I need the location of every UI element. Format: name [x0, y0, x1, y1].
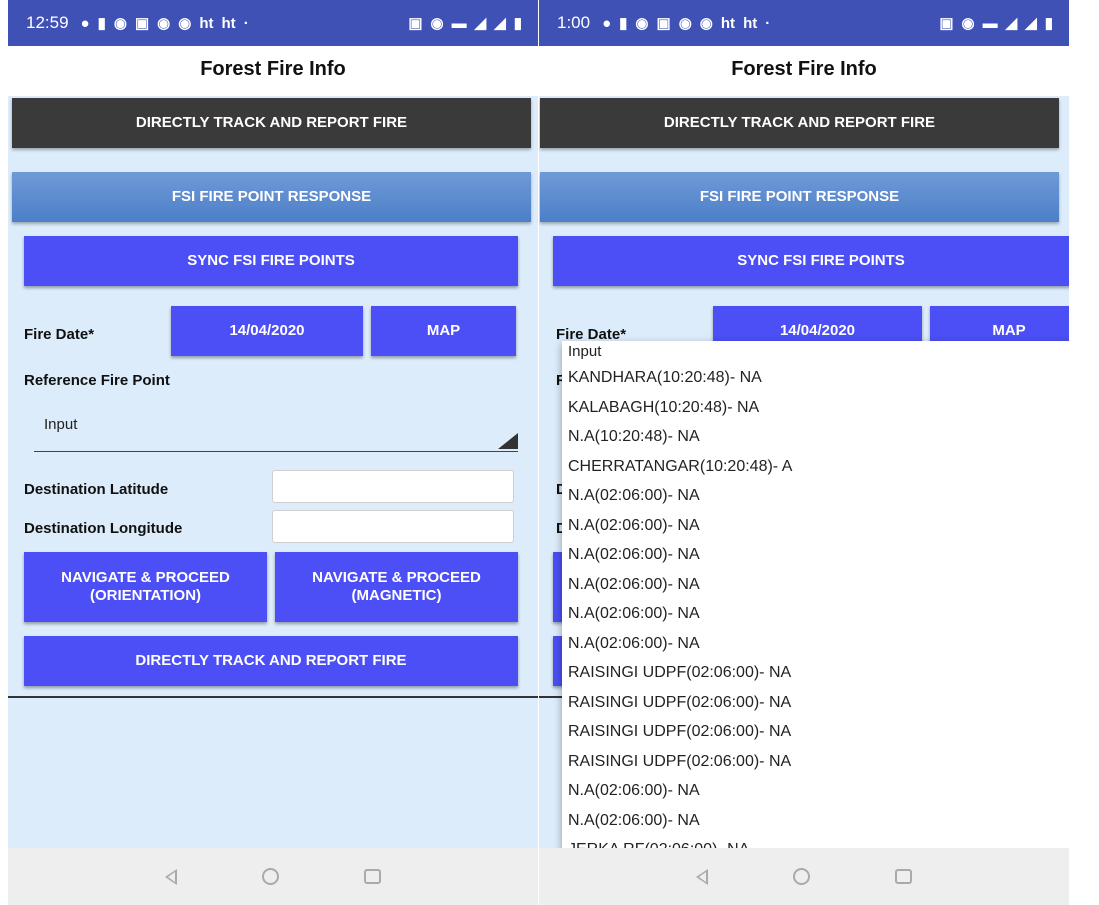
- reference-fire-point-label: Reference Fire Point: [24, 372, 170, 389]
- recents-icon[interactable]: [895, 869, 912, 884]
- battery-icon: ▮: [1044, 15, 1053, 32]
- message-icon: ●: [80, 14, 90, 32]
- dropdown-option[interactable]: N.A(02:06:00)- NA: [562, 599, 1069, 629]
- fire-date-button[interactable]: 14/04/2020: [171, 306, 363, 356]
- app-icon: ◉: [678, 15, 692, 32]
- message-icon: ●: [602, 14, 612, 32]
- app-icon: ◉: [157, 15, 171, 32]
- signal-icon: ◢: [474, 15, 487, 32]
- reference-fire-point-dropdown[interactable]: Input KANDHARA(10:20:48)- NA KALABAGH(10:2…: [562, 341, 1069, 851]
- volte-icon: ▬: [982, 14, 998, 32]
- ht-icon: ht: [720, 14, 736, 32]
- dropdown-option[interactable]: N.A(02:06:00)- NA: [562, 511, 1069, 541]
- dropdown-option[interactable]: KANDHARA(10:20:48)- NA: [562, 363, 1069, 393]
- navigate-magnetic-button[interactable]: NAVIGATE & PROCEED (MAGNETIC): [275, 552, 518, 622]
- nfc-icon: ▣: [408, 15, 423, 32]
- navigate-magnetic-line1: NAVIGATE & PROCEED: [312, 569, 481, 586]
- navigation-bar: [8, 848, 538, 905]
- status-time: 12:59: [26, 13, 69, 32]
- sync-fire-points-button[interactable]: SYNC FSI FIRE POINTS: [553, 236, 1069, 286]
- dropdown-option[interactable]: N.A(10:20:48)- NA: [562, 422, 1069, 452]
- navigate-orientation-line2: (ORIENTATION): [89, 587, 202, 604]
- right-screen: 1:00 ● ▮ ◉ ▣ ◉ ◉ ht ht · ▣ ◉ ▬ ◢ ◢ ▮ For…: [539, 0, 1069, 905]
- dropdown-option[interactable]: N.A(02:06:00)- NA: [562, 629, 1069, 659]
- dropdown-option[interactable]: RAISINGI UDPF(02:06:00)- NA: [562, 747, 1069, 777]
- ht-icon: ht: [199, 14, 214, 32]
- app-icon: ◉: [635, 15, 649, 32]
- status-bar: 12:59 ● ▮ ◉ ▣ ◉ ◉ ht ht · ▣ ◉ ▬ ◢ ◢ ▮: [8, 0, 538, 46]
- main-content: DIRECTLY TRACK AND REPORT FIRE FSI FIRE …: [539, 96, 1069, 851]
- destination-longitude-field[interactable]: [272, 510, 514, 543]
- image-icon: ▣: [134, 15, 150, 32]
- nfc-icon: ▣: [939, 15, 954, 32]
- image-icon: ▣: [656, 15, 671, 32]
- app-icon: ◉: [178, 15, 192, 32]
- dropdown-option[interactable]: KALABAGH(10:20:48)- NA: [562, 393, 1069, 423]
- dot-icon: ·: [765, 14, 771, 32]
- reference-fire-point-spinner[interactable]: Input: [34, 398, 518, 452]
- back-icon[interactable]: [696, 868, 708, 885]
- dropdown-option[interactable]: N.A(02:06:00)- NA: [562, 806, 1069, 836]
- dropdown-option[interactable]: CHERRATANGAR(10:20:48)- A: [562, 452, 1069, 482]
- ht-icon: ht: [743, 14, 758, 32]
- destination-latitude-field[interactable]: [272, 470, 514, 503]
- dropdown-option[interactable]: RAISINGI UDPF(02:06:00)- NA: [562, 688, 1069, 718]
- navigate-magnetic-line2: (MAGNETIC): [351, 587, 442, 604]
- dropdown-option[interactable]: N.A(02:06:00)- NA: [562, 776, 1069, 806]
- divider: [8, 696, 538, 698]
- track-report-button[interactable]: DIRECTLY TRACK AND REPORT FIRE: [12, 98, 531, 148]
- home-icon[interactable]: [262, 868, 279, 885]
- dropdown-option[interactable]: N.A(02:06:00)- NA: [562, 570, 1069, 600]
- main-content: DIRECTLY TRACK AND REPORT FIRE FSI FIRE …: [8, 96, 538, 848]
- dropdown-option[interactable]: N.A(02:06:00)- NA: [562, 481, 1069, 511]
- navigate-orientation-line1: NAVIGATE & PROCEED: [61, 569, 230, 586]
- dropdown-option[interactable]: RAISINGI UDPF(02:06:00)- NA: [562, 658, 1069, 688]
- battery-saver-icon: ▮: [97, 15, 106, 32]
- location-icon: ◉: [430, 15, 444, 32]
- sync-fire-points-button[interactable]: SYNC FSI FIRE POINTS: [24, 236, 518, 286]
- home-icon[interactable]: [793, 868, 810, 885]
- navigate-orientation-button[interactable]: NAVIGATE & PROCEED (ORIENTATION): [24, 552, 267, 622]
- track-report-button[interactable]: DIRECTLY TRACK AND REPORT FIRE: [540, 98, 1059, 148]
- spinner-value: Input: [44, 416, 78, 433]
- dot-icon: ·: [243, 14, 249, 32]
- map-button[interactable]: MAP: [371, 306, 516, 356]
- bottom-track-report-button[interactable]: DIRECTLY TRACK AND REPORT FIRE: [24, 636, 518, 686]
- recents-icon[interactable]: [364, 869, 381, 884]
- volte-icon: ▬: [451, 14, 467, 32]
- signal-icon: ◢: [494, 15, 506, 32]
- status-bar: 1:00 ● ▮ ◉ ▣ ◉ ◉ ht ht · ▣ ◉ ▬ ◢ ◢ ▮: [539, 0, 1069, 46]
- app-icon: ◉: [113, 15, 127, 32]
- fsi-response-button[interactable]: FSI FIRE POINT RESPONSE: [540, 172, 1059, 222]
- signal-icon: ◢: [1025, 15, 1037, 32]
- app-title: Forest Fire Info: [539, 46, 1069, 96]
- dropdown-option[interactable]: Input: [562, 341, 1069, 363]
- left-screen: 12:59 ● ▮ ◉ ▣ ◉ ◉ ht ht · ▣ ◉ ▬ ◢ ◢ ▮ Fo…: [8, 0, 538, 905]
- app-title: Forest Fire Info: [8, 46, 538, 96]
- fire-date-label: Fire Date*: [24, 326, 95, 343]
- dropdown-option[interactable]: RAISINGI UDPF(02:06:00)- NA: [562, 717, 1069, 747]
- location-icon: ◉: [961, 15, 975, 32]
- app-icon: ◉: [699, 15, 713, 32]
- dropdown-option[interactable]: N.A(02:06:00)- NA: [562, 540, 1069, 570]
- status-time: 1:00: [557, 13, 591, 32]
- back-icon[interactable]: [165, 868, 177, 885]
- destination-longitude-label: Destination Longitude: [24, 520, 183, 537]
- ht-icon: ht: [221, 14, 236, 32]
- battery-saver-icon: ▮: [619, 15, 628, 32]
- fsi-response-button[interactable]: FSI FIRE POINT RESPONSE: [12, 172, 531, 222]
- dropdown-arrow-icon: [498, 433, 518, 449]
- battery-icon: ▮: [513, 15, 522, 32]
- signal-icon: ◢: [1005, 15, 1018, 32]
- navigation-bar: [539, 848, 1069, 905]
- destination-latitude-label: Destination Latitude: [24, 481, 169, 498]
